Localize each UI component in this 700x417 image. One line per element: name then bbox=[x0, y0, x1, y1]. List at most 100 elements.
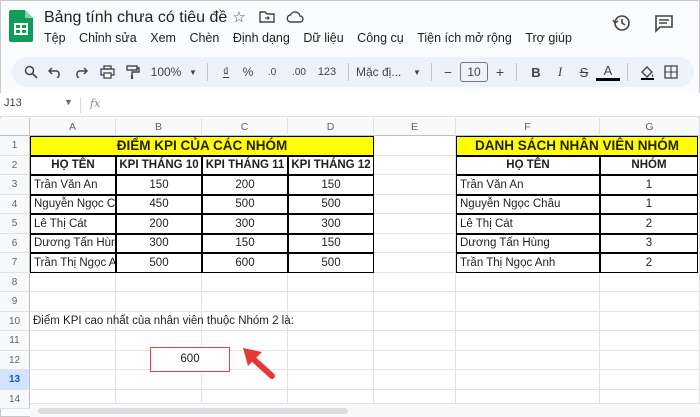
menu-view[interactable]: Xem bbox=[150, 31, 176, 45]
undo-icon[interactable] bbox=[42, 61, 68, 83]
comments-icon[interactable] bbox=[654, 13, 674, 33]
staff-table-title[interactable]: DANH SÁCH NHÂN VIÊN NHÓM bbox=[456, 136, 698, 156]
staff-group-cell[interactable]: 2 bbox=[600, 253, 698, 273]
kpi-value-cell[interactable]: 300 bbox=[288, 214, 374, 234]
column-header-b[interactable]: B bbox=[116, 118, 202, 136]
row-header-3[interactable]: 3 bbox=[0, 175, 30, 195]
menu-tools[interactable]: Công cụ bbox=[357, 31, 404, 45]
cell[interactable] bbox=[288, 292, 374, 312]
zoom-dropdown-icon[interactable]: ▼ bbox=[186, 61, 200, 83]
name-box[interactable]: J13 bbox=[4, 97, 22, 109]
cell[interactable] bbox=[456, 292, 600, 312]
cell[interactable] bbox=[374, 350, 456, 370]
select-all-corner[interactable] bbox=[0, 118, 30, 136]
cell[interactable] bbox=[374, 370, 456, 390]
row-header-4[interactable]: 4 bbox=[0, 194, 30, 214]
row-header-14[interactable]: 14 bbox=[0, 389, 30, 409]
cell[interactable] bbox=[374, 311, 456, 331]
kpi-value-cell[interactable]: 150 bbox=[288, 233, 374, 253]
kpi-name-cell[interactable]: Trần Văn An bbox=[30, 175, 116, 195]
column-header-d[interactable]: D bbox=[288, 118, 374, 136]
kpi-value-cell[interactable]: 450 bbox=[116, 194, 202, 214]
row-header-5[interactable]: 5 bbox=[0, 214, 30, 234]
font-dropdown-icon[interactable]: ▼ bbox=[410, 61, 424, 83]
cell[interactable] bbox=[374, 331, 456, 351]
cell[interactable] bbox=[30, 292, 116, 312]
cell[interactable] bbox=[202, 272, 288, 292]
staff-group-cell[interactable]: 1 bbox=[600, 175, 698, 195]
cell[interactable] bbox=[600, 272, 700, 292]
cell[interactable] bbox=[600, 350, 700, 370]
cell[interactable] bbox=[30, 350, 116, 370]
cell[interactable] bbox=[600, 370, 700, 390]
row-header-8[interactable]: 8 bbox=[0, 272, 30, 292]
answer-cell[interactable]: 600 bbox=[150, 346, 230, 372]
strikethrough-button[interactable]: S bbox=[572, 61, 596, 83]
cell[interactable] bbox=[456, 272, 600, 292]
kpi-table-title[interactable]: ĐIỂM KPI CỦA CÁC NHÓM bbox=[30, 136, 374, 156]
row-header-6[interactable]: 6 bbox=[0, 233, 30, 253]
cell[interactable] bbox=[288, 311, 374, 331]
cell[interactable] bbox=[374, 272, 456, 292]
staff-group-cell[interactable]: 1 bbox=[600, 194, 698, 214]
cell[interactable] bbox=[30, 370, 116, 390]
increase-decimal-button[interactable]: .00 bbox=[285, 61, 313, 83]
kpi-name-cell[interactable]: Dương Tấn Hùng bbox=[30, 233, 116, 253]
print-icon[interactable] bbox=[94, 61, 120, 83]
move-folder-icon[interactable] bbox=[258, 9, 276, 27]
kpi-header-cell[interactable]: KPI THÁNG 12 bbox=[288, 155, 374, 175]
cell[interactable] bbox=[374, 175, 456, 195]
decrease-font-size-button[interactable]: − bbox=[439, 61, 457, 83]
text-color-button[interactable]: A bbox=[596, 63, 620, 81]
row-header-7[interactable]: 7 bbox=[0, 253, 30, 273]
staff-header-cell[interactable]: NHÓM bbox=[600, 155, 698, 175]
menu-insert[interactable]: Chèn bbox=[189, 31, 219, 45]
cell[interactable] bbox=[116, 272, 202, 292]
kpi-header-cell[interactable]: KPI THÁNG 11 bbox=[202, 155, 288, 175]
menu-extensions[interactable]: Tiện ích mở rộng bbox=[417, 31, 512, 45]
menu-data[interactable]: Dữ liệu bbox=[303, 31, 343, 45]
font-family-select[interactable]: Mặc đị... bbox=[356, 61, 410, 83]
cell[interactable] bbox=[288, 370, 374, 390]
kpi-value-cell[interactable]: 150 bbox=[288, 175, 374, 195]
question-text[interactable]: Điểm KPI cao nhất của nhân viên thuộc Nh… bbox=[33, 315, 294, 327]
kpi-value-cell[interactable]: 300 bbox=[202, 214, 288, 234]
kpi-value-cell[interactable]: 150 bbox=[202, 233, 288, 253]
row-header-11[interactable]: 11 bbox=[0, 331, 30, 351]
cell[interactable] bbox=[116, 370, 202, 390]
staff-name-cell[interactable]: Trần Văn An bbox=[456, 175, 600, 195]
decrease-decimal-button[interactable]: .0 bbox=[259, 61, 285, 83]
fill-color-icon[interactable] bbox=[635, 61, 659, 83]
more-formats-button[interactable]: 123 bbox=[313, 61, 341, 83]
cell[interactable] bbox=[456, 370, 600, 390]
cell[interactable] bbox=[374, 233, 456, 253]
currency-format-button[interactable]: ₫ bbox=[215, 61, 237, 83]
kpi-value-cell[interactable]: 150 bbox=[116, 175, 202, 195]
cell[interactable] bbox=[374, 194, 456, 214]
cell[interactable] bbox=[288, 331, 374, 351]
increase-font-size-button[interactable]: + bbox=[491, 61, 509, 83]
kpi-header-cell[interactable]: HỌ TÊN bbox=[30, 155, 116, 175]
row-header-2[interactable]: 2 bbox=[0, 155, 30, 175]
history-icon[interactable] bbox=[612, 13, 632, 33]
horizontal-scrollbar[interactable] bbox=[30, 403, 700, 417]
spreadsheet-grid[interactable]: A B C D E F G 1 2 3 4 5 6 7 8 9 10 11 12 13 14 ĐIỂM KPI CỦA C… bbox=[0, 118, 700, 409]
menu-file[interactable]: Tệp bbox=[44, 31, 66, 45]
column-header-g[interactable]: G bbox=[600, 118, 700, 136]
kpi-value-cell[interactable]: 300 bbox=[116, 233, 202, 253]
bold-button[interactable]: B bbox=[524, 61, 548, 83]
kpi-header-cell[interactable]: KPI THÁNG 10 bbox=[116, 155, 202, 175]
kpi-value-cell[interactable]: 200 bbox=[202, 175, 288, 195]
sheets-logo-icon[interactable] bbox=[9, 10, 33, 42]
row-header-9[interactable]: 9 bbox=[0, 292, 30, 312]
cell[interactable] bbox=[116, 292, 202, 312]
cell[interactable] bbox=[456, 350, 600, 370]
menu-format[interactable]: Định dạng bbox=[233, 31, 290, 45]
kpi-name-cell[interactable]: Lê Thị Cát bbox=[30, 214, 116, 234]
kpi-name-cell[interactable]: Trần Thị Ngọc An bbox=[30, 253, 116, 273]
cell[interactable] bbox=[374, 292, 456, 312]
menu-edit[interactable]: Chỉnh sửa bbox=[79, 31, 137, 45]
staff-group-cell[interactable]: 3 bbox=[600, 233, 698, 253]
menu-help[interactable]: Trợ giúp bbox=[525, 31, 572, 45]
cell[interactable] bbox=[456, 331, 600, 351]
